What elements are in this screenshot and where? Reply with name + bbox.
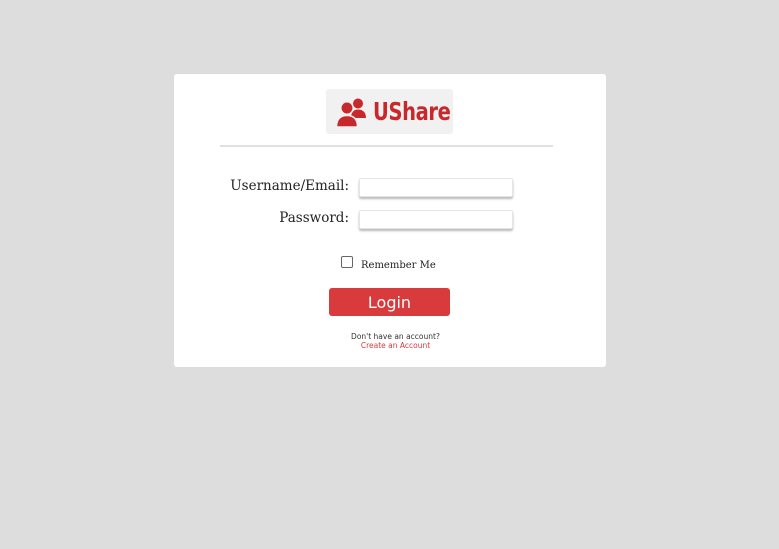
users-icon	[335, 98, 366, 128]
username-label: Username/Email:	[230, 178, 349, 194]
page: UShare Username/Email: Password: Remembe…	[0, 0, 779, 549]
header-divider	[220, 145, 553, 147]
brand-logo: UShare	[326, 89, 453, 134]
password-label: Password:	[279, 210, 349, 226]
remember-me[interactable]: Remember Me	[341, 256, 436, 271]
login-card: UShare Username/Email: Password: Remembe…	[174, 74, 606, 367]
brand-name: UShare	[372, 97, 451, 126]
remember-me-label[interactable]: Remember Me	[361, 260, 436, 271]
create-account-link[interactable]: Create an Account	[294, 341, 497, 350]
username-field[interactable]	[359, 178, 513, 197]
password-field[interactable]	[359, 210, 513, 229]
remember-me-checkbox[interactable]	[341, 256, 353, 268]
login-button[interactable]: Login	[329, 288, 450, 316]
no-account-text: Don't have an account?	[351, 332, 440, 341]
